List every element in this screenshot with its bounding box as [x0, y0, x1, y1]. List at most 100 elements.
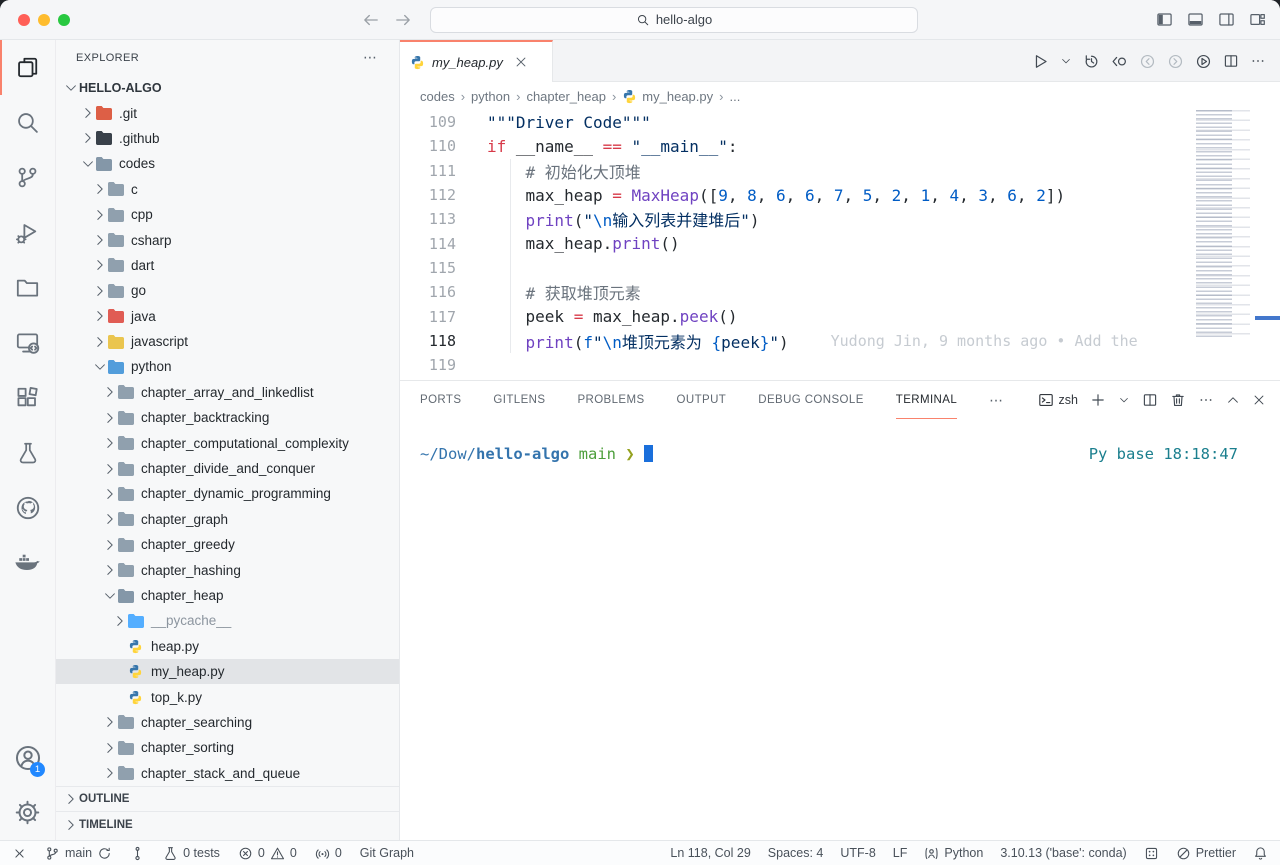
split-terminal-icon[interactable] — [1142, 392, 1158, 408]
status-bar-item-extension-status[interactable] — [1144, 846, 1159, 861]
tree-item--github[interactable]: .github — [56, 126, 399, 151]
navigate-forward-button[interactable] — [394, 11, 412, 29]
status-bar-item-python-interpreter[interactable]: 3.10.13 ('base': conda) — [1000, 846, 1126, 860]
activity-bar-item-github[interactable] — [0, 480, 55, 535]
customize-layout-icon[interactable] — [1249, 11, 1266, 28]
code-line-113[interactable]: 113 print("\n输入列表并建堆后") — [400, 207, 1194, 231]
tree-item-chapter-heap[interactable]: chapter_heap — [56, 583, 399, 608]
panel-tab-output[interactable]: OUTPUT — [677, 381, 727, 419]
tree-item-chapter-backtracking[interactable]: chapter_backtracking — [56, 405, 399, 430]
status-bar-item-gitlens[interactable] — [130, 846, 145, 861]
tree-item--pycache-[interactable]: __pycache__ — [56, 608, 399, 633]
status-bar-item-notifications[interactable] — [1253, 846, 1268, 861]
tree-item-c[interactable]: c — [56, 177, 399, 202]
breadcrumb-item-my-heap-py[interactable]: my_heap.py — [622, 89, 713, 104]
activity-bar-item-folder-view[interactable] — [0, 260, 55, 315]
status-bar-item-indentation[interactable]: Spaces: 4 — [768, 846, 824, 860]
activity-bar-item-source-control[interactable] — [0, 150, 55, 205]
tree-item-my-heap-py[interactable]: my_heap.py — [56, 659, 399, 684]
sidebar-section-timeline[interactable]: TIMELINE — [56, 811, 399, 836]
activity-bar-item-testing[interactable] — [0, 425, 55, 480]
tree-item-chapter-sorting[interactable]: chapter_sorting — [56, 735, 399, 760]
activity-bar-item-run-debug[interactable] — [0, 205, 55, 260]
tree-item-chapter-greedy[interactable]: chapter_greedy — [56, 532, 399, 557]
run-file-button[interactable] — [1032, 53, 1049, 70]
panel-more-actions-icon[interactable] — [1198, 392, 1214, 408]
code-line-117[interactable]: 117 peek = max_heap.peek() — [400, 304, 1194, 328]
code-line-119[interactable]: 119 — [400, 353, 1194, 377]
toggle-secondary-sidebar-icon[interactable] — [1218, 11, 1235, 28]
terminal-dropdown-icon[interactable] — [1118, 394, 1130, 406]
code-editor[interactable]: 109"""Driver Code"""110if __name__ == "_… — [400, 110, 1280, 380]
tree-item-chapter-computational-complexity[interactable]: chapter_computational_complexity — [56, 430, 399, 455]
tree-item--git[interactable]: .git — [56, 100, 399, 125]
activity-bar-item-settings[interactable] — [0, 785, 55, 840]
sidebar-section-outline[interactable]: OUTLINE — [56, 786, 399, 811]
navigate-back-button[interactable] — [362, 11, 380, 29]
tree-item-dart[interactable]: dart — [56, 253, 399, 278]
toggle-sidebar-icon[interactable] — [1156, 11, 1173, 28]
activity-bar-item-explorer[interactable] — [0, 40, 55, 95]
tab-my-heap[interactable]: my_heap.py — [400, 40, 553, 82]
tree-root-hello-algo[interactable]: HELLO-ALGO — [56, 75, 399, 100]
status-bar-item-remote[interactable] — [12, 846, 27, 861]
panel-tab-debug-console[interactable]: DEBUG CONSOLE — [758, 381, 864, 419]
panel-tab-terminal[interactable]: TERMINAL — [896, 381, 957, 419]
status-bar-item-git-graph[interactable]: Git Graph — [360, 846, 414, 860]
new-terminal-icon[interactable] — [1090, 392, 1106, 408]
run-below-icon[interactable] — [1195, 53, 1212, 70]
status-bar-item-broadcast[interactable]: 0 — [315, 846, 342, 861]
tree-item-csharp[interactable]: csharp — [56, 227, 399, 252]
timeline-history-icon[interactable] — [1083, 53, 1100, 70]
minimize-window-button[interactable] — [38, 14, 50, 26]
maximize-panel-icon[interactable] — [1226, 393, 1240, 407]
breadcrumb-item-codes[interactable]: codes — [420, 89, 455, 104]
run-dropdown-icon[interactable] — [1060, 55, 1072, 67]
toggle-panel-icon[interactable] — [1187, 11, 1204, 28]
tree-item-heap-py[interactable]: heap.py — [56, 634, 399, 659]
activity-bar-item-search[interactable] — [0, 95, 55, 150]
code-line-115[interactable]: 115 — [400, 256, 1194, 280]
tree-item-javascript[interactable]: javascript — [56, 329, 399, 354]
split-editor-icon[interactable] — [1223, 53, 1239, 69]
tree-item-chapter-searching[interactable]: chapter_searching — [56, 710, 399, 735]
panel-tab-gitlens[interactable]: GITLENS — [493, 381, 545, 419]
activity-bar-item-accounts[interactable]: 1 — [0, 730, 55, 785]
tree-item-top-k-py[interactable]: top_k.py — [56, 684, 399, 709]
code-line-118[interactable]: 118 print(f"\n堆顶元素为 {peek}")Yudong Jin, … — [400, 329, 1194, 353]
tree-item-go[interactable]: go — [56, 278, 399, 303]
code-line-116[interactable]: 116 # 获取堆顶元素 — [400, 280, 1194, 304]
explorer-actions-icon[interactable]: ⋯ — [363, 49, 379, 66]
code-line-114[interactable]: 114 max_heap.print() — [400, 231, 1194, 255]
tree-item-python[interactable]: python — [56, 354, 399, 379]
minimap[interactable] — [1196, 110, 1256, 338]
tree-item-codes[interactable]: codes — [56, 151, 399, 176]
more-actions-icon[interactable] — [1250, 53, 1266, 69]
tree-item-chapter-divide-and-conquer[interactable]: chapter_divide_and_conquer — [56, 456, 399, 481]
tree-item-chapter-hashing[interactable]: chapter_hashing — [56, 557, 399, 582]
tree-item-java[interactable]: java — [56, 304, 399, 329]
open-changes-icon[interactable] — [1111, 53, 1128, 70]
tree-item-cpp[interactable]: cpp — [56, 202, 399, 227]
activity-bar-item-extensions[interactable] — [0, 370, 55, 425]
panel-tab-ports[interactable]: PORTS — [420, 381, 461, 419]
panel-tab-problems[interactable]: PROBLEMS — [577, 381, 644, 419]
status-bar-item-cursor-position[interactable]: Ln 118, Col 29 — [670, 846, 750, 860]
activity-bar-item-docker[interactable] — [0, 535, 55, 590]
status-bar-item-prettier[interactable]: Prettier — [1176, 846, 1236, 861]
status-bar-item-language-mode[interactable]: Python — [924, 846, 983, 861]
terminal[interactable]: ~/Dow/hello-algo main ❯ Py base 18:18:47 — [400, 419, 1280, 840]
close-panel-icon[interactable] — [1252, 393, 1266, 407]
kill-terminal-icon[interactable] — [1170, 392, 1186, 408]
tree-item-chapter-stack-and-queue[interactable]: chapter_stack_and_queue — [56, 761, 399, 786]
status-bar-item-eol[interactable]: LF — [893, 846, 908, 860]
close-tab-icon[interactable] — [514, 55, 528, 69]
panel-more-tabs-icon[interactable]: ⋯ — [989, 392, 1005, 409]
status-bar-item-branch[interactable]: main — [45, 846, 112, 861]
tree-item-chapter-array-and-linkedlist[interactable]: chapter_array_and_linkedlist — [56, 380, 399, 405]
maximize-window-button[interactable] — [58, 14, 70, 26]
command-center-search[interactable]: hello-algo — [430, 7, 918, 33]
status-bar-item-problems[interactable]: 00 — [238, 846, 297, 861]
code-line-111[interactable]: 111 # 初始化大顶堆 — [400, 159, 1194, 183]
breadcrumb-item--[interactable]: ... — [729, 89, 740, 104]
